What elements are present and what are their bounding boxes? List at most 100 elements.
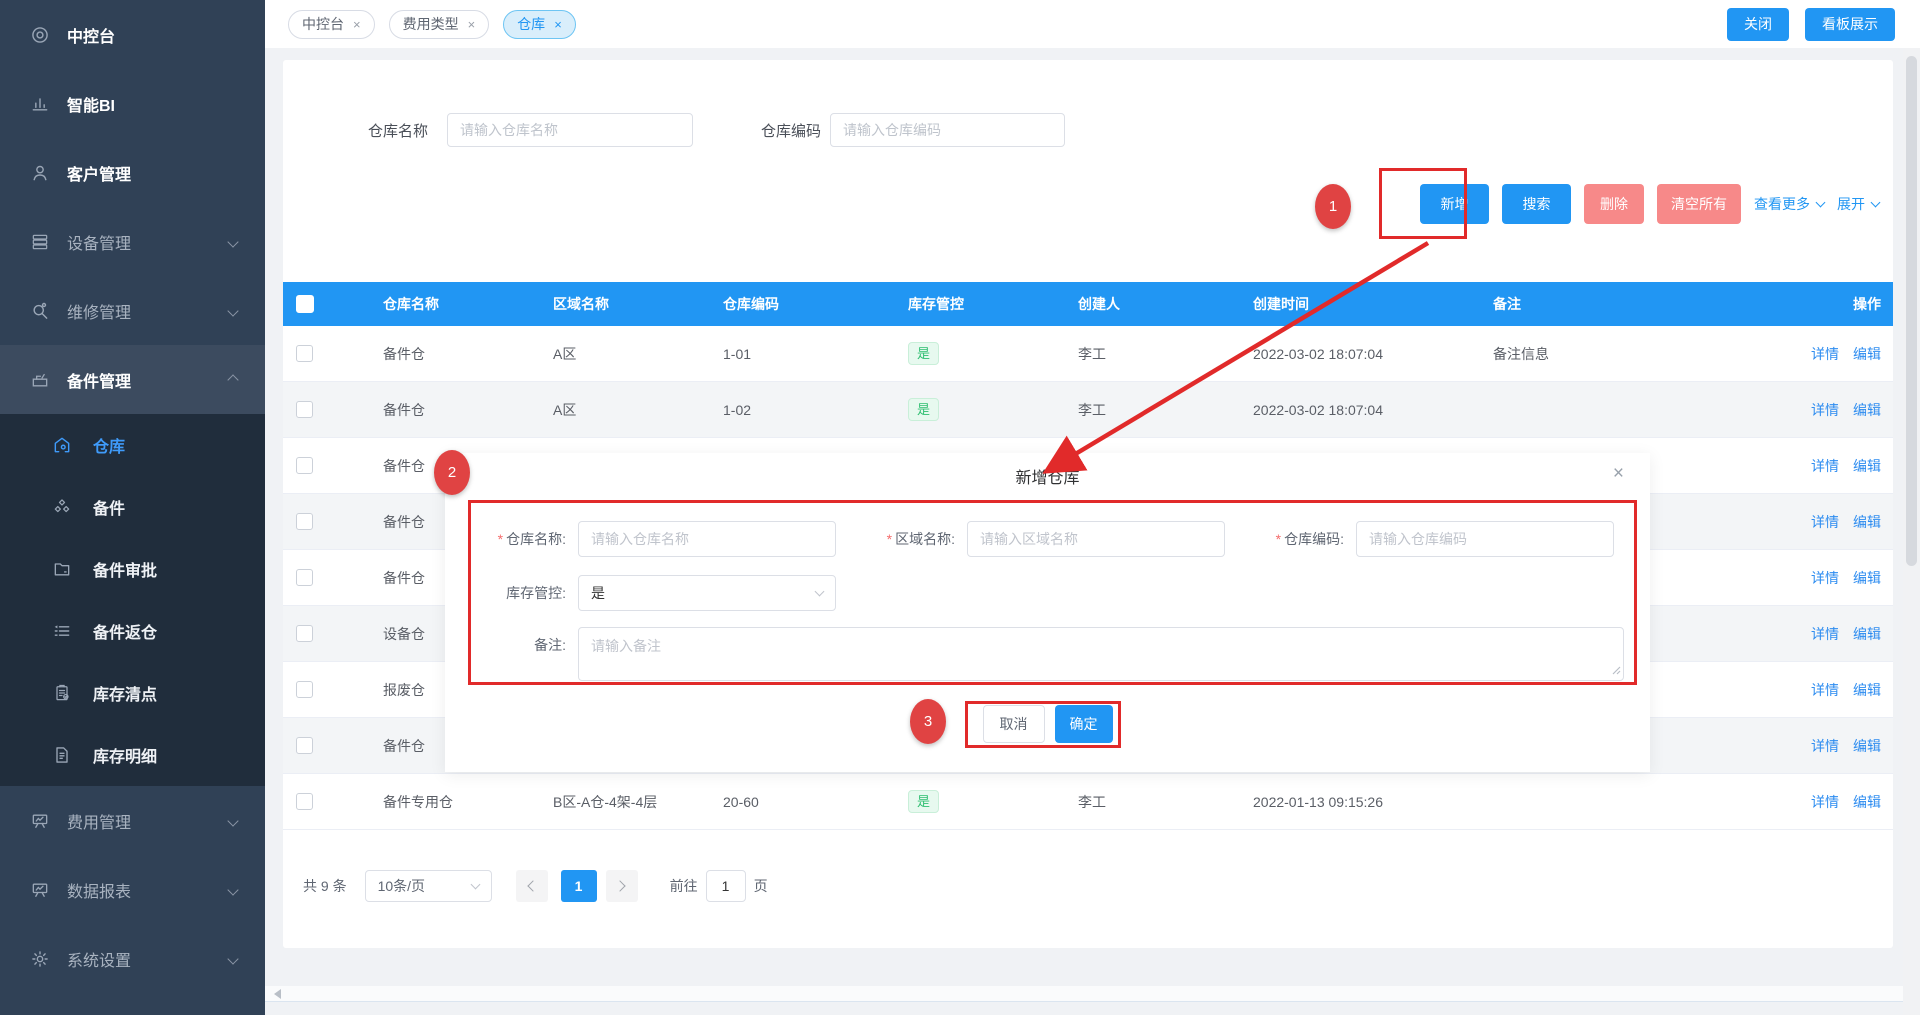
edit-link[interactable]: 编辑	[1853, 570, 1881, 586]
detail-link[interactable]: 详情	[1811, 458, 1839, 474]
board-display-button[interactable]: 看板展示	[1805, 8, 1895, 41]
sidebar-subitem-stock-detail[interactable]: 库存明细	[0, 724, 265, 786]
detail-link[interactable]: 详情	[1811, 514, 1839, 530]
edit-link[interactable]: 编辑	[1853, 794, 1881, 810]
detail-link[interactable]: 详情	[1811, 738, 1839, 754]
modal-area-input[interactable]	[967, 521, 1225, 557]
edit-link[interactable]: 编辑	[1853, 458, 1881, 474]
next-page-button[interactable]	[606, 870, 638, 902]
modal-body: *仓库名称: *区域名称: *仓库编码: 库存管控: 是 备注:	[445, 499, 1650, 743]
edit-link[interactable]: 编辑	[1853, 402, 1881, 418]
confirm-button[interactable]: 确定	[1055, 705, 1113, 743]
search-button[interactable]: 搜索	[1502, 184, 1571, 224]
cell-code: 1-01	[693, 346, 878, 362]
modal-remark-label: 备注:	[473, 627, 578, 663]
sidebar-item-reports[interactable]: 数据报表	[0, 855, 265, 924]
sidebar-item-spare-parts[interactable]: 备件管理	[0, 345, 265, 414]
warehouse-code-input[interactable]	[830, 113, 1065, 147]
sidebar-item-repair[interactable]: 维修管理	[0, 276, 265, 345]
detail-link[interactable]: 详情	[1811, 402, 1839, 418]
sidebar-item-customers[interactable]: 客户管理	[0, 138, 265, 207]
select-all-checkbox[interactable]	[296, 295, 314, 313]
pagination: 共 9 条 10条/页 1 前往 页	[303, 870, 1893, 902]
sidebar-item-console[interactable]: 中控台	[0, 0, 265, 69]
clear-all-button[interactable]: 清空所有	[1657, 184, 1741, 224]
view-more-link[interactable]: 查看更多	[1754, 194, 1824, 214]
modal-code-label: *仓库编码:	[1251, 521, 1356, 557]
close-tab-icon[interactable]: ×	[468, 18, 476, 31]
goto-page-input[interactable]	[706, 870, 746, 902]
sidebar-subitem-label: 仓库	[93, 433, 125, 457]
sidebar-item-label: 维修管理	[67, 299, 131, 323]
edit-link[interactable]: 编辑	[1853, 626, 1881, 642]
vertical-scrollbar-thumb[interactable]	[1906, 56, 1917, 566]
repair-icon	[30, 301, 50, 321]
warehouse-name-input[interactable]	[447, 113, 693, 147]
chevron-right-icon	[614, 880, 625, 891]
close-button[interactable]: 关闭	[1727, 8, 1789, 41]
sidebar-item-settings[interactable]: 系统设置	[0, 924, 265, 993]
close-tab-icon[interactable]: ×	[554, 18, 562, 31]
sidebar-subitem-stocktake[interactable]: 库存清点	[0, 662, 265, 724]
status-badge: 是	[908, 790, 939, 813]
sidebar-item-devices[interactable]: 设备管理	[0, 207, 265, 276]
cancel-button[interactable]: 取消	[983, 705, 1045, 743]
topbar-actions: 关闭 看板展示	[1727, 8, 1895, 41]
chevron-down-icon	[1816, 197, 1826, 207]
prev-page-button[interactable]	[516, 870, 548, 902]
modal-area-label: *区域名称:	[862, 521, 967, 557]
customers-icon	[30, 163, 50, 183]
expand-link[interactable]: 展开	[1837, 194, 1879, 214]
scroll-left-arrow-icon[interactable]	[269, 989, 281, 999]
devices-icon	[30, 232, 50, 252]
modal-remark-textarea[interactable]	[578, 627, 1624, 681]
presentation-chart-icon	[30, 880, 50, 900]
edit-link[interactable]: 编辑	[1853, 682, 1881, 698]
sidebar-subitem-return[interactable]: 备件返仓	[0, 600, 265, 662]
page-unit-label: 页	[754, 876, 768, 896]
add-button[interactable]: 新增	[1420, 184, 1489, 224]
detail-link[interactable]: 详情	[1811, 570, 1839, 586]
sidebar-subitem-parts[interactable]: 备件	[0, 476, 265, 538]
cell-area: A区	[523, 344, 693, 364]
sidebar-subitem-warehouse[interactable]: 仓库	[0, 414, 265, 476]
sidebar-item-label: 智能BI	[67, 92, 115, 116]
current-page[interactable]: 1	[561, 870, 597, 902]
tab-expense-type[interactable]: 费用类型 ×	[389, 10, 490, 39]
cell-name: 备件专用仓	[353, 792, 523, 812]
detail-link[interactable]: 详情	[1811, 346, 1839, 362]
edit-link[interactable]: 编辑	[1853, 514, 1881, 530]
row-checkbox[interactable]	[296, 457, 313, 474]
modal-close-icon[interactable]: ×	[1613, 464, 1624, 483]
row-checkbox[interactable]	[296, 681, 313, 698]
row-checkbox[interactable]	[296, 513, 313, 530]
row-checkbox[interactable]	[296, 737, 313, 754]
modal-name-input[interactable]	[578, 521, 836, 557]
detail-link[interactable]: 详情	[1811, 794, 1839, 810]
page-size-select[interactable]: 10条/页	[365, 870, 492, 902]
row-checkbox[interactable]	[296, 793, 313, 810]
tab-label: 仓库	[517, 14, 545, 34]
close-tab-icon[interactable]: ×	[353, 18, 361, 31]
cell-creator: 李工	[1048, 400, 1223, 420]
sidebar-subitem-approval[interactable]: 备件审批	[0, 538, 265, 600]
delete-button[interactable]: 删除	[1584, 184, 1644, 224]
spare-parts-icon	[30, 370, 50, 390]
row-checkbox[interactable]	[296, 569, 313, 586]
modal-code-input[interactable]	[1356, 521, 1614, 557]
detail-link[interactable]: 详情	[1811, 682, 1839, 698]
sidebar-item-expense[interactable]: 费用管理	[0, 786, 265, 855]
edit-link[interactable]: 编辑	[1853, 346, 1881, 362]
sidebar-item-bi[interactable]: 智能BI	[0, 69, 265, 138]
sidebar-subitem-label: 备件返仓	[93, 619, 157, 643]
edit-link[interactable]: 编辑	[1853, 738, 1881, 754]
stock-control-select[interactable]: 是	[578, 575, 836, 611]
tab-warehouse[interactable]: 仓库 ×	[503, 10, 576, 39]
detail-link[interactable]: 详情	[1811, 626, 1839, 642]
resize-handle-icon[interactable]	[1611, 662, 1621, 678]
tab-console[interactable]: 中控台 ×	[288, 10, 375, 39]
warehouse-code-label: 仓库编码	[761, 120, 821, 141]
row-checkbox[interactable]	[296, 345, 313, 362]
row-checkbox[interactable]	[296, 401, 313, 418]
row-checkbox[interactable]	[296, 625, 313, 642]
